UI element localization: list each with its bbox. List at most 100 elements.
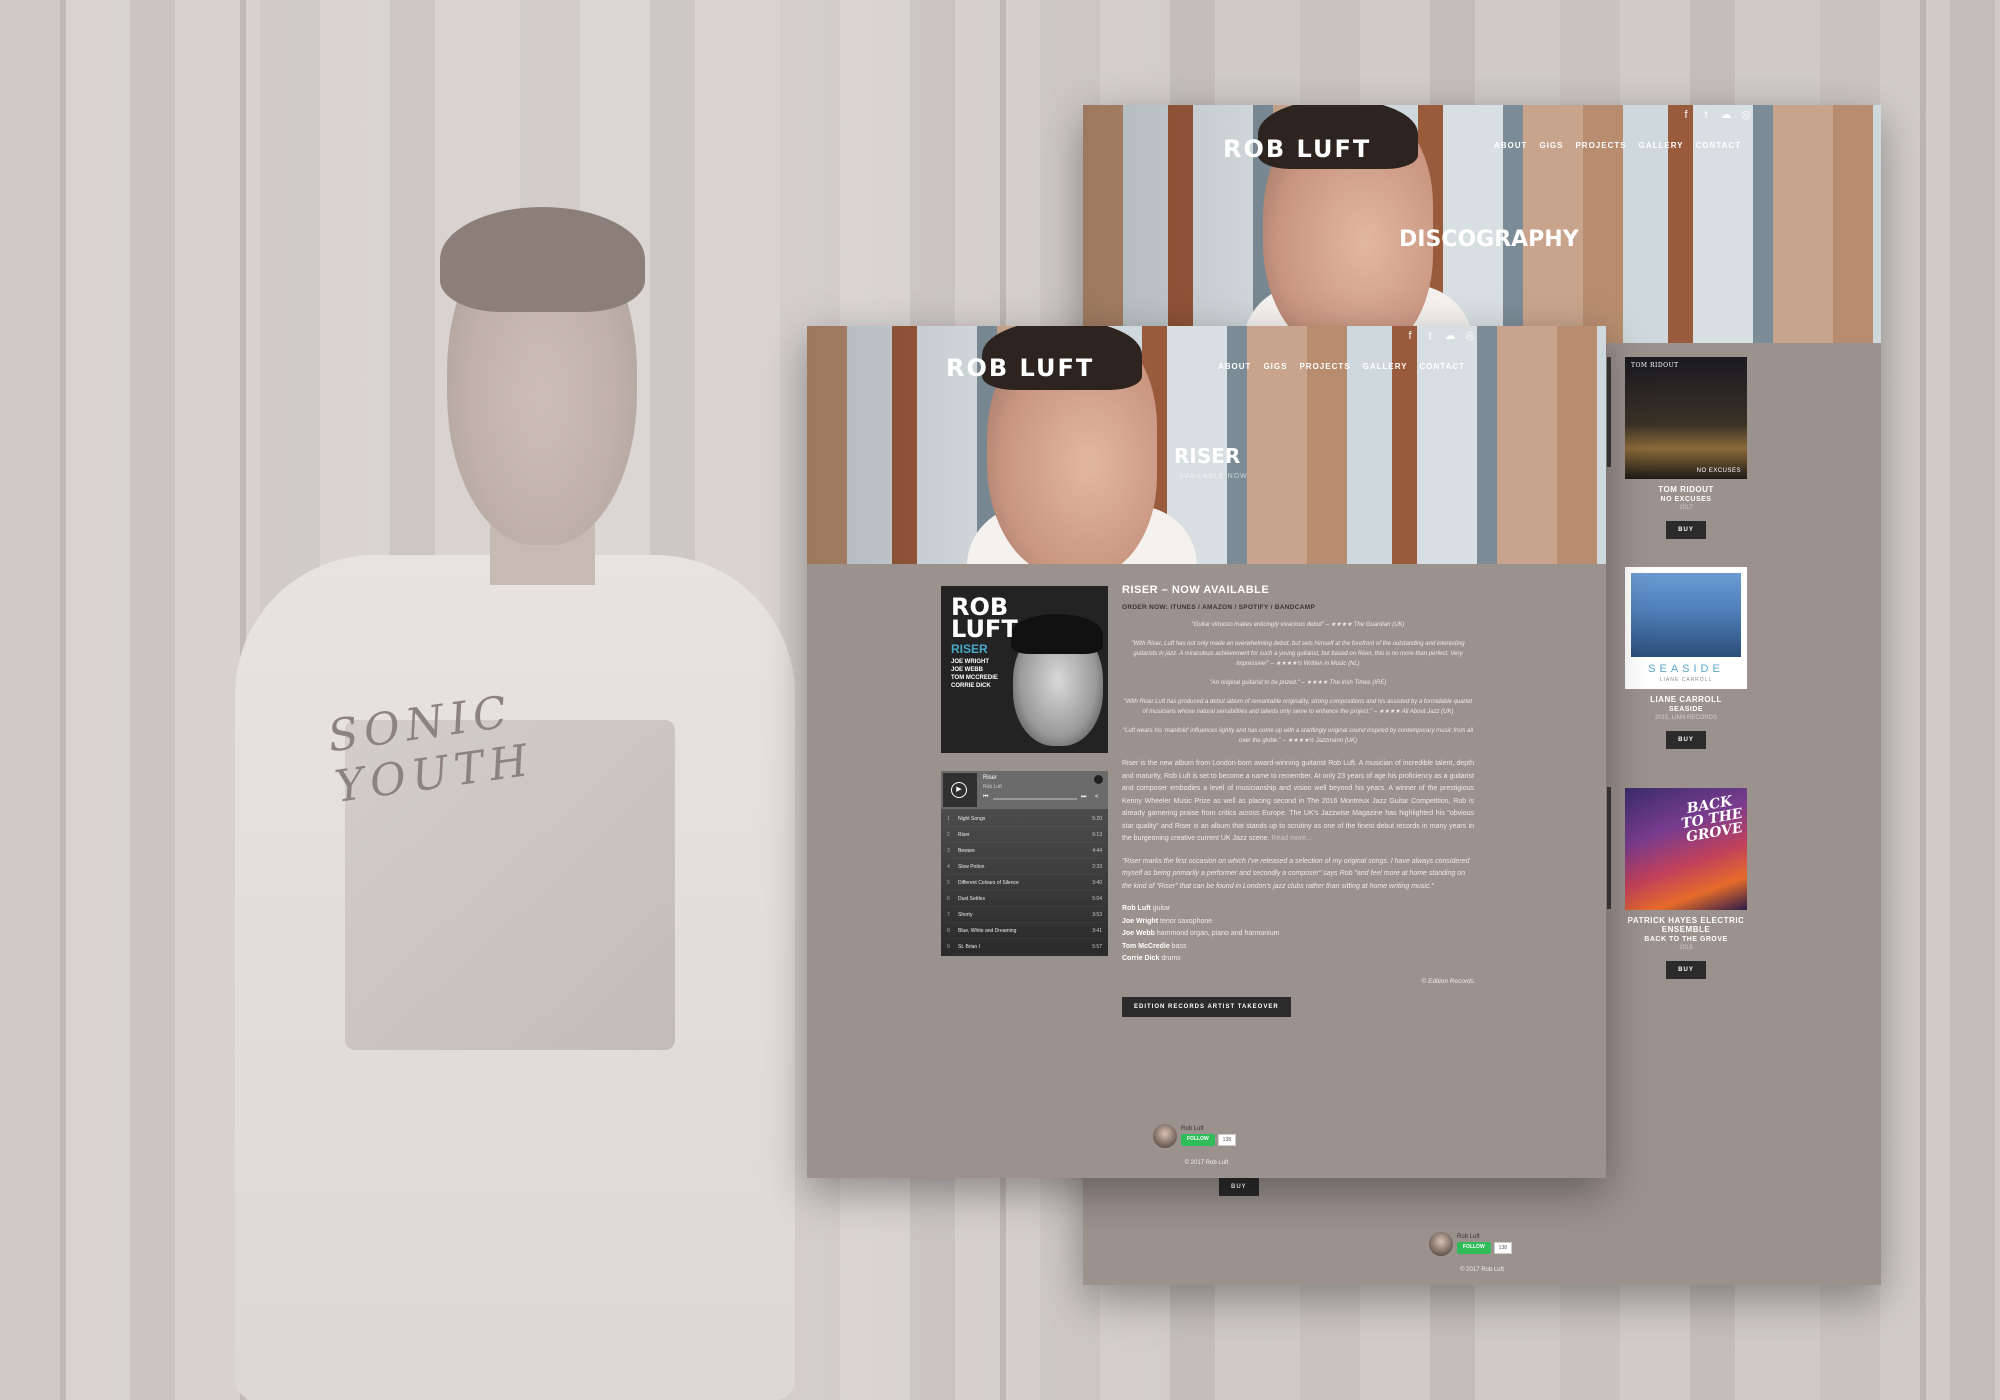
track-title: Dust Settles (958, 895, 985, 902)
buy-button[interactable]: BUY (1666, 961, 1706, 979)
lineup-member: Joe Webb hammond organ, piano and harmon… (1122, 928, 1474, 941)
track-duration: 5:04 (1092, 895, 1102, 902)
facebook-icon[interactable]: f (1680, 109, 1692, 121)
order-links[interactable]: ORDER NOW: ITUNES / AMAZON / SPOTIFY / B… (1122, 604, 1474, 611)
next-icon[interactable]: ⏭ (1081, 794, 1086, 801)
nav-contact[interactable]: CONTACT (1420, 362, 1466, 371)
track-row[interactable]: 1 Night Songs 5:20 (947, 811, 1102, 827)
lineup-member: Tom McCredie bass (1122, 941, 1474, 954)
tracklist: 1 Night Songs 5:20 2 Riser 6:13 3 Beware 4:44 4 Sl… (941, 809, 1108, 957)
overlap-strip (1607, 357, 1611, 467)
album-cover[interactable]: SEASIDE LIANE CARROLL (1625, 567, 1747, 689)
soundcloud-follow-widget: Rob Luft FOLLOW 138 (1429, 1232, 1513, 1256)
copyright: © 2017 Rob Luft (1184, 1160, 1229, 1166)
follower-count: 138 (1493, 1242, 1513, 1254)
site-logo[interactable]: ROB LUFT (946, 354, 1094, 382)
previous-icon[interactable]: ⏮ (983, 794, 988, 801)
riser-page-window: f t ☁ ◎ ROB LUFT ABOUT GIGS PROJECTS GAL… (807, 326, 1606, 1178)
track-duration: 3:41 (1092, 927, 1102, 934)
follow-name: Rob Luft (1181, 1126, 1204, 1132)
track-row[interactable]: 4 Slow Potion 2:33 (947, 859, 1102, 875)
soundcloud-icon[interactable]: ☁ (1444, 330, 1456, 342)
track-number: 2 (947, 831, 950, 838)
track-duration: 2:33 (1092, 863, 1102, 870)
track-row[interactable]: 9 St. Brian I 5:57 (947, 939, 1102, 955)
track-number: 7 (947, 911, 950, 918)
track-title: Blue, White and Dreaming (958, 927, 1017, 934)
track-title: St. Brian I (958, 943, 980, 950)
buy-button[interactable]: BUY (1666, 521, 1706, 539)
member-name: Joe Webb (1122, 930, 1155, 937)
music-player: ▶ Riser Rob Luft ⏮ ⏭ < 1 Night Songs 5:20 2… (941, 771, 1108, 956)
press-quote: "Guitar virtuoso makes enticingly vivaci… (1191, 622, 1405, 628)
avatar (1429, 1232, 1453, 1256)
nav-projects[interactable]: PROJECTS (1575, 141, 1626, 150)
track-duration: 5:57 (1092, 943, 1102, 950)
share-icon[interactable]: < (1095, 794, 1099, 800)
track-duration: 4:44 (1092, 847, 1102, 854)
nav-gigs[interactable]: GIGS (1539, 141, 1563, 150)
follow-button[interactable]: FOLLOW (1181, 1134, 1215, 1146)
disc-artist: PATRICK HAYES ELECTRIC ENSEMBLE (1627, 916, 1745, 934)
lineup: Rob Luft guitar Joe Wright tenor saxophon… (1122, 903, 1474, 966)
bio-text: Riser is the new album from London-born … (1122, 760, 1474, 842)
hair (440, 207, 645, 312)
track-duration: 3:53 (1092, 911, 1102, 918)
disc-artist: LIANE CARROLL (1650, 695, 1722, 704)
instagram-icon[interactable]: ◎ (1464, 330, 1476, 342)
player-header: ▶ Riser Rob Luft ⏮ ⏭ < (941, 771, 1108, 809)
track-number: 5 (947, 879, 950, 886)
press-quote: "With Riser, Luft has not only made an o… (1131, 641, 1465, 667)
nav-gigs[interactable]: GIGS (1263, 362, 1287, 371)
nav-about[interactable]: ABOUT (1218, 362, 1251, 371)
read-more-link[interactable]: Read more... (1271, 835, 1311, 842)
buy-button[interactable]: BUY (1219, 1178, 1259, 1196)
track-row[interactable]: 8 Blue, White and Dreaming 3:41 (947, 923, 1102, 939)
artist-quote: "Riser marks the first occasion on which… (1122, 857, 1470, 890)
nav-contact[interactable]: CONTACT (1696, 141, 1742, 150)
track-title: Beware (958, 847, 975, 854)
progress-bar[interactable] (993, 798, 1077, 800)
cover-text: BACK TO THE GROVE (1680, 793, 1744, 846)
nav-projects[interactable]: PROJECTS (1299, 362, 1350, 371)
player-title: Riser (983, 775, 998, 781)
page-title: DISCOGRAPHY (1399, 227, 1579, 252)
press-quotes: "Guitar virtuoso makes enticingly vivaci… (1122, 620, 1474, 746)
copyright: © 2017 Rob Luft (1460, 1267, 1504, 1273)
track-row[interactable]: 2 Riser 6:13 (947, 827, 1102, 843)
album-cover[interactable]: TOM RIDOUT NO EXCUSES (1625, 357, 1747, 479)
member-role: drums (1161, 955, 1181, 962)
album-cover[interactable]: BACK TO THE GROVE (1625, 788, 1747, 910)
track-number: 6 (947, 895, 950, 902)
press-quote: "An original guitarist to be prized." – … (1209, 680, 1387, 686)
instagram-icon[interactable]: ◎ (1740, 109, 1752, 121)
hero-banner: f t ☁ ◎ ROB LUFT ABOUT GIGS PROJECTS GAL… (807, 326, 1606, 564)
social-icons: f t ☁ ◎ (1404, 330, 1476, 342)
nav-gallery[interactable]: GALLERY (1363, 362, 1408, 371)
nav-gallery[interactable]: GALLERY (1639, 141, 1684, 150)
lineup-member: Corrie Dick drums (1122, 953, 1474, 966)
twitter-icon[interactable]: t (1424, 330, 1436, 342)
track-row[interactable]: 3 Beware 4:44 (947, 843, 1102, 859)
page-title: RISER (1174, 444, 1241, 468)
buy-button[interactable]: BUY (1666, 731, 1706, 749)
soundcloud-logo-icon[interactable] (1094, 775, 1103, 784)
art-hair (1011, 614, 1103, 654)
track-row[interactable]: 5 Different Colours of Silence 3:40 (947, 875, 1102, 891)
artist-takeover-button[interactable]: EDITION RECORDS ARTIST TAKEOVER (1122, 996, 1291, 1017)
site-logo[interactable]: ROB LUFT (1223, 135, 1371, 163)
album-art-album: RISER (951, 642, 988, 656)
member-role: guitar (1152, 905, 1171, 912)
facebook-icon[interactable]: f (1404, 330, 1416, 342)
cover-text: NO EXCUSES (1696, 468, 1741, 474)
twitter-icon[interactable]: t (1700, 109, 1712, 121)
follow-button[interactable]: FOLLOW (1457, 1242, 1491, 1254)
track-title: Riser (958, 831, 970, 838)
nav-about[interactable]: ABOUT (1494, 141, 1527, 150)
track-duration: 3:40 (1092, 879, 1102, 886)
track-row[interactable]: 7 Shorty 3:53 (947, 907, 1102, 923)
track-row[interactable]: 6 Dust Settles 5:04 (947, 891, 1102, 907)
press-quote: "With Riser Luft has produced a debut al… (1123, 699, 1473, 715)
soundcloud-icon[interactable]: ☁ (1720, 109, 1732, 121)
play-icon[interactable]: ▶ (951, 782, 967, 798)
